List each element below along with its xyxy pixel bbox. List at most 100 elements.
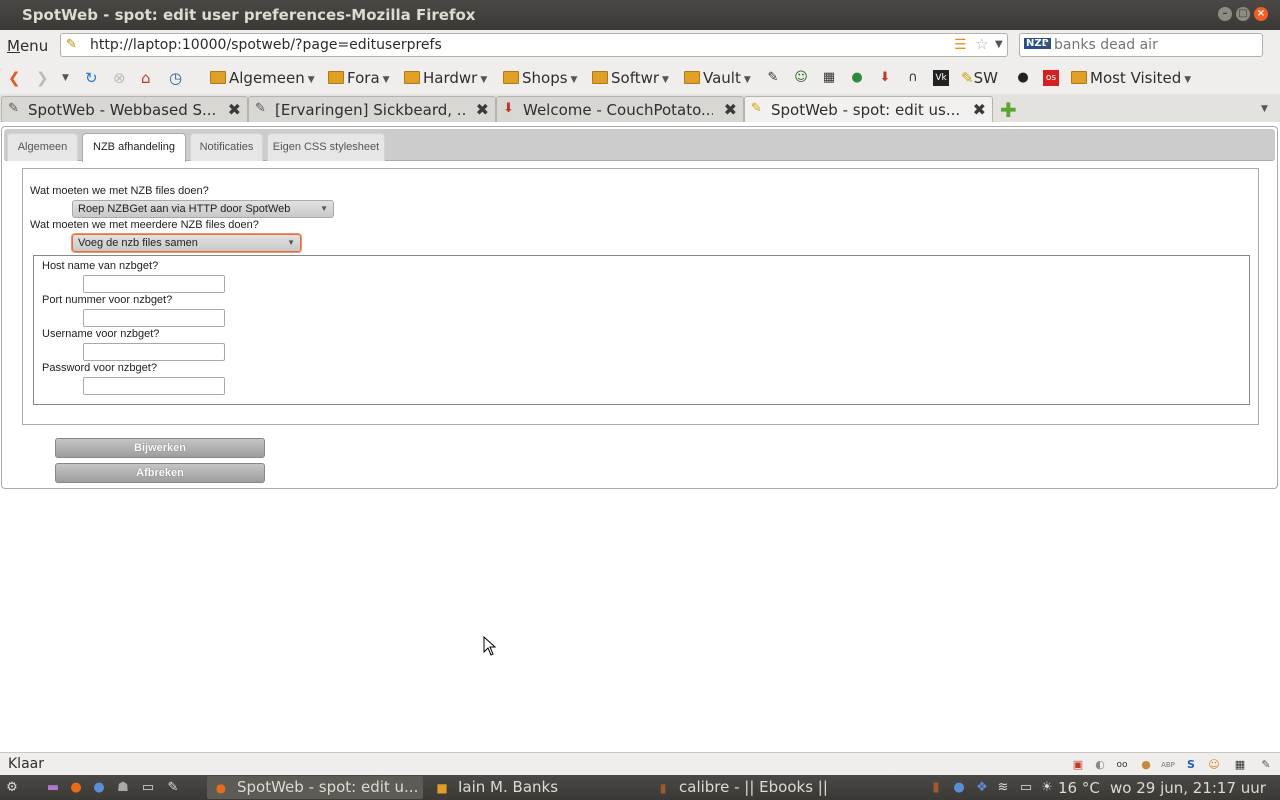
- bookmark-folder-vault[interactable]: Vault ▼: [684, 69, 751, 87]
- url-text[interactable]: http://laptop:10000/spotweb/?page=editus…: [90, 37, 442, 53]
- browser-tab-ervaringen[interactable]: ✎ [Ervaringen] Sickbeard, ... ✖: [248, 96, 496, 122]
- launcher-icon[interactable]: ▬: [44, 779, 62, 797]
- forward-icon[interactable]: ❯: [36, 69, 49, 87]
- port-field[interactable]: [83, 309, 225, 327]
- task-calibre[interactable]: ▮ calibre - || Ebooks ||: [649, 776, 869, 799]
- multi-nzb-select[interactable]: Voeg de nzb files samen ▼: [72, 234, 301, 252]
- reload-icon[interactable]: ↻: [85, 69, 98, 87]
- close-tab-icon[interactable]: ✖: [228, 100, 241, 119]
- vk-bookmark-icon[interactable]: Vk: [933, 70, 949, 86]
- url-history-dropdown-icon[interactable]: ▼: [995, 39, 1003, 50]
- os-bookmark-icon[interactable]: os: [1043, 70, 1059, 86]
- sickbeard-bookmark-icon[interactable]: ☺: [793, 70, 809, 86]
- task-folder[interactable]: ■ Iain M. Banks: [428, 776, 638, 799]
- calibre-tray-icon[interactable]: ▮: [927, 779, 945, 797]
- mouse-cursor-icon: [483, 636, 497, 656]
- weather-icon[interactable]: ☀: [1038, 779, 1056, 797]
- thunderbird-icon[interactable]: ●: [90, 779, 108, 797]
- addon-icon[interactable]: ▣: [1070, 757, 1086, 773]
- tab-nzb-afhandeling[interactable]: NZB afhandeling: [82, 133, 186, 162]
- github-bookmark-icon[interactable]: ●: [1015, 70, 1031, 86]
- url-bar[interactable]: ✎ http://laptop:10000/spotweb/?page=edit…: [60, 33, 1008, 57]
- addon-icon[interactable]: oo: [1114, 757, 1130, 773]
- tab-list-dropdown-icon[interactable]: ▼: [1261, 104, 1268, 114]
- sabnzbd-bookmark-icon[interactable]: ▦: [821, 70, 837, 86]
- nzb-action-selected-value: Roep NZBGet aan via HTTP door SpotWeb: [78, 203, 291, 215]
- addon-icon[interactable]: ✎: [1258, 757, 1274, 773]
- search-box[interactable]: NZB ▼: [1019, 33, 1263, 57]
- back-icon[interactable]: ❮: [8, 69, 21, 87]
- close-tab-icon[interactable]: ✖: [973, 100, 986, 119]
- username-field[interactable]: [83, 343, 225, 361]
- bookmark-folder-fora[interactable]: Fora ▼: [328, 69, 390, 87]
- bookmark-folder-algemeen[interactable]: Algemeen ▼: [210, 69, 315, 87]
- adblock-icon[interactable]: ABP: [1160, 757, 1176, 773]
- bookmark-folder-hardwr[interactable]: Hardwr ▼: [404, 69, 487, 87]
- bookmark-folder-softwr[interactable]: Softwr ▼: [592, 69, 669, 87]
- browser-tab-label[interactable]: SpotWeb - spot: edit us...: [771, 101, 961, 119]
- bookmark-sw[interactable]: ✎SW: [961, 69, 998, 87]
- history-icon[interactable]: ◷: [169, 69, 182, 87]
- battery-icon[interactable]: ▭: [1017, 779, 1035, 797]
- nzb-action-select[interactable]: Roep NZBGet aan via HTTP door SpotWeb ▼: [72, 200, 334, 218]
- navigation-toolbar: Menu ✎ http://laptop:10000/spotweb/?page…: [0, 30, 1280, 62]
- password-field[interactable]: [83, 377, 225, 395]
- browser-tab-spotweb-edit[interactable]: ✎ SpotWeb - spot: edit us... ✖: [744, 96, 993, 122]
- bookmark-star-icon[interactable]: ☆: [975, 35, 988, 53]
- launcher-icon[interactable]: ☗: [114, 779, 132, 797]
- search-input[interactable]: [1054, 36, 1254, 54]
- browser-tab-label[interactable]: SpotWeb - Webbased S...: [28, 101, 218, 119]
- stop-icon[interactable]: ⊗: [113, 69, 126, 87]
- browser-tab-spotweb-webbased[interactable]: ✎ SpotWeb - Webbased S... ✖: [1, 96, 248, 122]
- tab-favicon-icon: ✎: [255, 101, 266, 116]
- tab-favicon-icon: ✎: [8, 101, 19, 116]
- tab-algemeen[interactable]: Algemeen: [7, 133, 78, 161]
- dropbox-icon[interactable]: ❖: [973, 779, 991, 797]
- cookie-icon[interactable]: ●: [1138, 757, 1154, 773]
- minimize-button[interactable]: –: [1218, 7, 1232, 21]
- tray-icon[interactable]: ●: [950, 779, 968, 797]
- menu-button[interactable]: Menu: [7, 37, 48, 55]
- afbreken-button[interactable]: Afbreken: [55, 463, 265, 483]
- port-label: Port nummer voor nzbget?: [42, 294, 173, 306]
- wifi-icon[interactable]: ≋: [994, 779, 1012, 797]
- history-dropdown-icon[interactable]: ▼: [62, 73, 69, 83]
- greasemonkey-icon[interactable]: ☺: [1206, 757, 1222, 773]
- close-window-button[interactable]: ×: [1254, 7, 1268, 21]
- maximize-button[interactable]: □: [1236, 7, 1250, 21]
- spotweb-bookmark-icon[interactable]: ✎: [765, 70, 781, 86]
- site-identity-icon[interactable]: ✎: [66, 37, 82, 53]
- close-tab-icon[interactable]: ✖: [476, 100, 489, 119]
- browser-tab-label[interactable]: Welcome - CouchPotato...: [523, 101, 713, 119]
- bookmark-folder-most-visited[interactable]: Most Visited ▼: [1071, 69, 1191, 87]
- new-tab-icon[interactable]: ✚: [1000, 98, 1017, 122]
- addon-icon[interactable]: ◐: [1092, 757, 1108, 773]
- clock[interactable]: wo 29 jun, 21:17 uur: [1110, 779, 1266, 797]
- host-field[interactable]: [83, 275, 225, 293]
- page-content: Algemeen NZB afhandeling Notificaties Ei…: [0, 122, 1280, 752]
- tab-notificaties[interactable]: Notificaties: [190, 133, 263, 161]
- home-icon[interactable]: ⌂: [141, 69, 151, 87]
- bijwerken-button[interactable]: Bijwerken: [55, 438, 265, 458]
- search-engine-dropdown-icon[interactable]: ▼: [1044, 40, 1050, 49]
- addon-icon[interactable]: ▦: [1232, 757, 1248, 773]
- couchpotato-bookmark-icon[interactable]: ⬇: [877, 70, 893, 86]
- temperature[interactable]: 16 °C: [1058, 779, 1100, 797]
- close-tab-icon[interactable]: ✖: [724, 100, 737, 119]
- firefox-icon[interactable]: ●: [67, 779, 85, 797]
- headphones-green-bookmark-icon[interactable]: ●: [849, 70, 865, 86]
- browser-tab-couchpotato[interactable]: ⬇ Welcome - CouchPotato... ✖: [496, 96, 744, 122]
- terminal-icon[interactable]: ▭: [139, 779, 157, 797]
- tab-eigen-css[interactable]: Eigen CSS stylesheet: [267, 133, 385, 161]
- headphones-bookmark-icon[interactable]: ∩: [905, 70, 921, 86]
- task-firefox[interactable]: ● SpotWeb - spot: edit u...: [207, 776, 423, 799]
- bookmark-folder-shops[interactable]: Shops ▼: [503, 69, 577, 87]
- system-menu-icon[interactable]: ⚙: [3, 779, 21, 797]
- window-title: SpotWeb - spot: edit user preferences-Mo…: [22, 6, 476, 24]
- s-addon-icon[interactable]: S: [1183, 757, 1199, 773]
- browser-tab-label[interactable]: [Ervaringen] Sickbeard, ...: [275, 101, 465, 119]
- text-editor-icon[interactable]: ✎: [164, 779, 182, 797]
- nzbget-settings-fieldset: Host name van nzbget? Port nummer voor n…: [33, 255, 1250, 405]
- rss-icon[interactable]: ☰: [954, 37, 967, 53]
- preferences-tab-header: Algemeen NZB afhandeling Notificaties Ei…: [4, 129, 1275, 162]
